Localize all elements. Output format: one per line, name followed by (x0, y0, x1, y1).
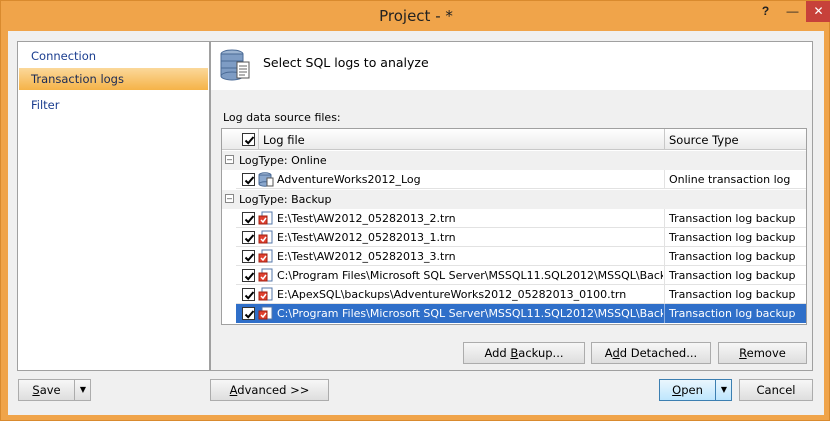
column-header-source-type[interactable]: Source Type (669, 133, 739, 147)
backup-file-icon (258, 287, 273, 301)
table-row[interactable]: AdventureWorks2012_Log Online transactio… (236, 170, 806, 189)
close-button[interactable]: ✕ (806, 1, 830, 22)
table-row[interactable]: E:\Test\AW2012_05282013_1.trn Transactio… (236, 228, 806, 247)
log-file-path: E:\Test\AW2012_05282013_1.trn (277, 231, 456, 244)
check-icon (244, 234, 255, 243)
log-file-path: C:\Program Files\Microsoft SQL Server\MS… (277, 269, 663, 282)
cancel-button[interactable]: Cancel (739, 379, 813, 401)
source-type: Transaction log backup (669, 269, 796, 282)
table-row[interactable]: C:\Program Files\Microsoft SQL Server\MS… (236, 266, 806, 285)
source-type: Transaction log backup (669, 288, 796, 301)
table-row[interactable]: E:\Test\AW2012_05282013_2.trn Transactio… (236, 209, 806, 228)
nav-item-transaction-logs[interactable]: Transaction logs (19, 68, 208, 90)
advanced-button[interactable]: Advanced >> (210, 379, 329, 401)
project-window: Project - * ? — ✕ Connection Transaction… (0, 0, 830, 421)
collapse-group-icon[interactable]: – (225, 155, 234, 164)
add-backup-button[interactable]: Add Backup... (463, 342, 585, 364)
help-button[interactable]: ? (752, 1, 779, 22)
log-file-path: E:\Test\AW2012_05282013_2.trn (277, 212, 456, 225)
minimize-button[interactable]: — (779, 1, 806, 22)
group-label: LogType: Backup (239, 193, 332, 206)
grid-header: Log file Source Type (222, 129, 806, 150)
add-detached-button[interactable]: Add Detached... (591, 342, 711, 364)
row-checkbox[interactable] (242, 231, 255, 244)
table-row-selected[interactable]: C:\Program Files\Microsoft SQL Server\MS… (236, 304, 806, 323)
column-separator[interactable] (664, 129, 665, 150)
row-checkbox[interactable] (242, 250, 255, 263)
nav-item-filter[interactable]: Filter (19, 94, 208, 116)
log-file-path: AdventureWorks2012_Log (277, 173, 421, 186)
source-type: Transaction log backup (669, 307, 796, 320)
row-checkbox[interactable] (242, 269, 255, 282)
window-title: Project - * (379, 7, 453, 25)
group-label: LogType: Online (239, 154, 327, 167)
backup-file-icon (258, 230, 273, 244)
open-dropdown-arrow-icon[interactable]: ▼ (715, 380, 732, 400)
log-file-path: E:\Test\AW2012_05282013_3.trn (277, 250, 456, 263)
column-separator (258, 129, 259, 150)
log-data-source-label: Log data source files: (223, 111, 341, 124)
backup-file-icon (258, 306, 273, 320)
row-checkbox[interactable] (242, 307, 255, 320)
save-dropdown-arrow-icon[interactable]: ▼ (74, 380, 91, 400)
transaction-logs-panel: Select SQL logs to analyze Log data sour… (210, 41, 813, 371)
row-checkbox[interactable] (242, 212, 255, 225)
panel-heading: Select SQL logs to analyze (263, 55, 429, 70)
check-icon (244, 272, 255, 281)
log-file-path: E:\ApexSQL\backups\AdventureWorks2012_05… (277, 288, 627, 301)
table-row[interactable]: E:\ApexSQL\backups\AdventureWorks2012_05… (236, 285, 806, 304)
left-navigation: Connection Transaction logs Filter (17, 41, 210, 371)
panel-header: Select SQL logs to analyze (211, 42, 812, 90)
column-header-log-file[interactable]: Log file (263, 133, 305, 147)
dialog-client-area: Connection Transaction logs Filter Selec… (8, 31, 824, 415)
collapse-group-icon[interactable]: – (225, 194, 234, 203)
select-all-checkbox[interactable] (242, 133, 255, 146)
database-stack-icon (220, 49, 250, 81)
log-file-path: C:\Program Files\Microsoft SQL Server\MS… (277, 307, 663, 320)
backup-file-icon (258, 268, 273, 282)
open-button[interactable]: Open ▼ (659, 379, 732, 401)
row-checkbox[interactable] (242, 288, 255, 301)
check-icon (244, 310, 255, 319)
group-row-online[interactable]: – LogType: Online (222, 151, 806, 170)
backup-file-icon (258, 249, 273, 263)
title-bar[interactable]: Project - * ? — ✕ (1, 1, 830, 31)
nav-item-connection[interactable]: Connection (19, 45, 208, 67)
check-icon (244, 291, 255, 300)
log-files-grid[interactable]: Log file Source Type – LogType: Online A… (221, 128, 807, 325)
row-checkbox[interactable] (242, 173, 255, 186)
source-type: Online transaction log (669, 173, 791, 186)
source-type: Transaction log backup (669, 231, 796, 244)
remove-button[interactable]: Remove (718, 342, 807, 364)
save-button[interactable]: Save ▼ (18, 379, 91, 401)
check-icon (244, 136, 255, 145)
check-icon (244, 215, 255, 224)
group-row-backup[interactable]: – LogType: Backup (222, 190, 806, 209)
check-icon (244, 253, 255, 262)
database-icon (258, 172, 274, 187)
source-type: Transaction log backup (669, 250, 796, 263)
check-icon (244, 176, 255, 185)
backup-file-icon (258, 211, 273, 225)
table-row[interactable]: E:\Test\AW2012_05282013_3.trn Transactio… (236, 247, 806, 266)
source-type: Transaction log backup (669, 212, 796, 225)
